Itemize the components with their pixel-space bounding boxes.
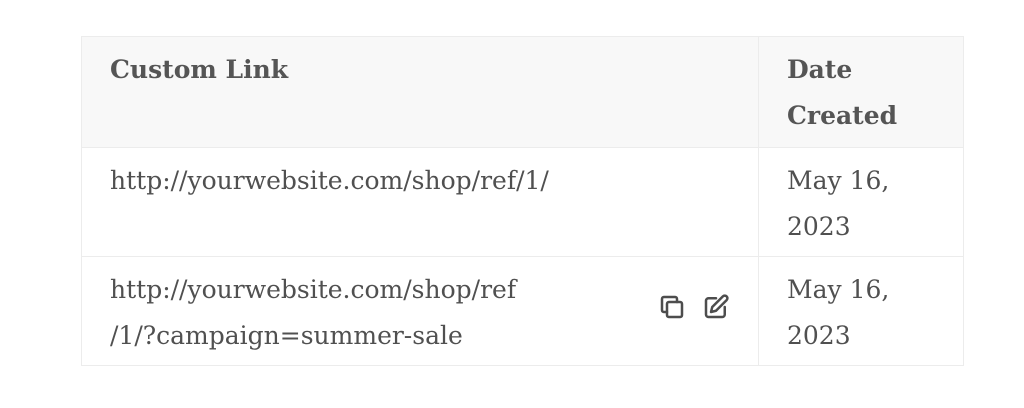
row-actions: [656, 291, 732, 323]
link-cell: http://yourwebsite.com/shop/ref /1/?camp…: [81, 256, 759, 366]
copy-icon-graphic: [660, 295, 684, 319]
table-row: http://yourwebsite.com/shop/ref /1/?camp…: [81, 256, 964, 366]
custom-link-text: http://yourwebsite.com/shop/ref/1/: [110, 166, 549, 195]
table-body: http://yourwebsite.com/shop/ref/1/ May 1…: [81, 147, 964, 366]
edit-icon[interactable]: [700, 291, 732, 323]
table-header: Custom Link Date Created: [81, 36, 964, 148]
custom-link-line2: /1/?campaign=summer-sale: [110, 321, 463, 350]
custom-links-table: Custom Link Date Created http://yourwebs…: [81, 36, 964, 366]
link-cell: http://yourwebsite.com/shop/ref/1/: [81, 147, 759, 257]
date-line2: 2023: [787, 212, 851, 241]
date-line1: May 16,: [787, 166, 890, 195]
date-cell: May 16, 2023: [758, 256, 964, 366]
custom-link-text: http://yourwebsite.com/shop/ref /1/?camp…: [110, 267, 550, 359]
header-custom-link: Custom Link: [81, 36, 759, 148]
copy-icon[interactable]: [656, 291, 688, 323]
custom-link-line1: http://yourwebsite.com/shop/ref: [110, 275, 517, 304]
header-date-label-line2: Created: [787, 101, 898, 130]
header-custom-link-label: Custom Link: [110, 55, 289, 84]
header-date-created: Date Created: [758, 36, 964, 148]
date-cell: May 16, 2023: [758, 147, 964, 257]
table-row: http://yourwebsite.com/shop/ref/1/ May 1…: [81, 147, 964, 257]
edit-icon-graphic: [704, 294, 729, 319]
header-date-label-line1: Date: [787, 55, 853, 84]
header-row: Custom Link Date Created: [81, 36, 964, 148]
date-line1: May 16,: [787, 275, 890, 304]
date-line2: 2023: [787, 321, 851, 350]
